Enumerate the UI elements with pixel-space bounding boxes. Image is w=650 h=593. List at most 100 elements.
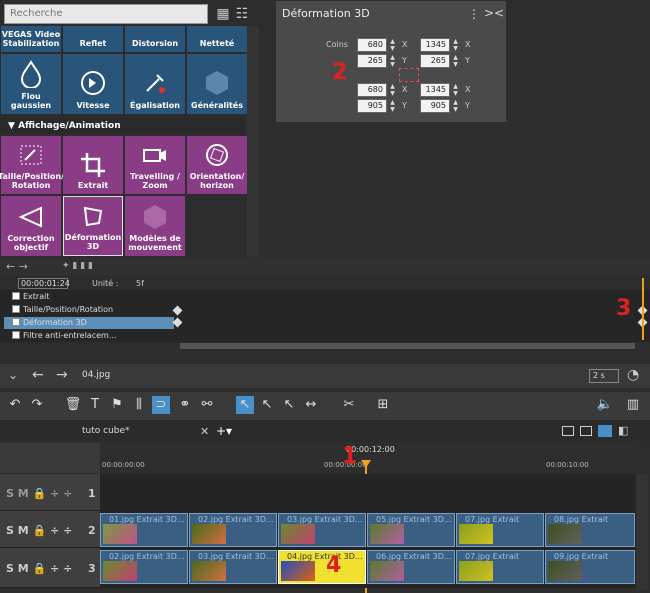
text-icon[interactable]: T (86, 396, 104, 414)
tile-vitesse[interactable]: Vitesse (63, 54, 123, 114)
x1-spinner[interactable]: ▲ ▼ (389, 38, 396, 52)
magnet-icon[interactable]: ⊃ (152, 396, 170, 414)
delete-icon[interactable]: 🗑 (64, 396, 82, 414)
keyframe-scrollbar[interactable] (180, 343, 635, 349)
tile-distorsion[interactable]: Distorsion (125, 26, 185, 52)
y1-field[interactable]: 265 (357, 54, 387, 68)
duration-field[interactable]: 2 s (589, 369, 619, 383)
pointer-track-icon[interactable]: ↖ (280, 396, 298, 414)
undo-arrow-icon[interactable]: ← → (6, 260, 28, 273)
marker-flag-icon[interactable]: ⚑ (108, 396, 126, 414)
x2-spinner[interactable]: ▲ ▼ (452, 38, 459, 52)
tile-orientation-horizon[interactable]: Orientation/ horizon (187, 136, 247, 194)
undo-icon[interactable]: ↶ (6, 396, 24, 414)
clip[interactable]: 08.jpg Extrait (545, 513, 635, 547)
track-header-2[interactable]: S M 🔒 ÷ ÷ 2 (0, 511, 100, 548)
tile-extrait[interactable]: Extrait (63, 136, 123, 194)
clip-selected[interactable]: 04.jpg Extrait 3D... (278, 550, 366, 584)
tile-correction-objectif[interactable]: Correction objectif (1, 196, 61, 256)
category-affichage-animation[interactable]: ▼ Affichage/Animation (0, 118, 245, 134)
back-arrow-icon[interactable]: ← (32, 367, 44, 383)
more-vertical-icon[interactable]: ⋮ (468, 7, 480, 21)
track-header-1[interactable]: S M 🔒 ÷ ÷ 1 (0, 474, 100, 511)
list-view-icon[interactable]: ☷ (234, 6, 250, 22)
x2-field[interactable]: 1345 (420, 38, 450, 52)
clip[interactable]: 02.jpg Extrait 3D... (100, 550, 188, 584)
y3-spinner[interactable]: ▲ ▼ (389, 99, 396, 113)
clip[interactable]: 09.jpg Extrait (545, 550, 635, 584)
tile-deformation-3d[interactable]: Déformation 3D (63, 196, 123, 256)
keyframe-playhead[interactable] (642, 278, 644, 340)
view-dual-icon[interactable] (580, 426, 592, 436)
clip[interactable]: 01.jpg Extrait 3D... (100, 513, 188, 547)
stretch-icon[interactable]: ↔ (302, 396, 320, 414)
unlink-icon[interactable]: ⚯ (198, 396, 216, 414)
edit-toolbar: ↶ ↷ 🗑 T ⚑ ⫼ ⊃ ⚭ ⚯ ↖ ↖ ↖ ↔ ✂ ⊞ 🔈 ▥ (0, 392, 650, 420)
pointer-range-icon[interactable]: ↖ (258, 396, 276, 414)
corner-preview (399, 68, 419, 82)
x1-field[interactable]: 680 (357, 38, 387, 52)
track-1-lane[interactable] (100, 474, 636, 511)
collapse-down-icon[interactable]: ⌄ (8, 368, 18, 382)
track-header-3[interactable]: S M 🔒 ÷ ÷ 3 (0, 548, 100, 588)
link-icon[interactable]: ⚭ (176, 396, 194, 414)
tile-taille-position[interactable]: Taille/Position/ Rotation (0, 136, 64, 194)
redo-icon[interactable]: ↷ (28, 396, 46, 414)
split-icon[interactable]: ⫼ (130, 396, 148, 414)
x3-spinner[interactable]: ▲ ▼ (389, 83, 396, 97)
timecode-field[interactable]: 00:00:01:24 (18, 278, 70, 289)
playhead-handle[interactable] (361, 460, 371, 468)
clip[interactable]: 07.jpg Extrait (456, 513, 544, 547)
tile-flou-gaussien[interactable]: Flou gaussien (1, 54, 61, 114)
kf-row-deformation[interactable]: Déformation 3D (4, 317, 174, 329)
forward-arrow-icon[interactable]: → (56, 367, 68, 383)
speaker-icon[interactable]: 🔈 (596, 396, 614, 414)
y1-spinner[interactable]: ▲ ▼ (389, 54, 396, 68)
clip[interactable]: 02.jpg Extrait 3D... (189, 513, 277, 547)
dropdown-circle-icon[interactable]: ◔ (627, 367, 639, 383)
clip[interactable]: 03.jpg Extrait 3D... (278, 513, 366, 547)
drop-icon (20, 60, 42, 88)
timeline-ruler[interactable]: 00:00:12:00 00:00:00:00 00:00:00:00 00:0… (100, 443, 636, 473)
nav-bar: ⌄ ← → 04.jpg 2 s ◔ (0, 364, 650, 388)
y3-field[interactable]: 905 (357, 99, 387, 113)
tile-egalisation[interactable]: Égalisation (125, 54, 185, 114)
clip[interactable]: 03.jpg Extrait 3D... (189, 550, 277, 584)
add-tab-icon[interactable]: +▾ (216, 424, 232, 438)
tile-reflet[interactable]: Reflet (63, 26, 123, 52)
x4-field[interactable]: 1345 (420, 83, 450, 97)
kf-row-extrait[interactable]: Extrait (4, 291, 174, 303)
camera-icon[interactable]: ◧ (618, 424, 628, 437)
x4-spinner[interactable]: ▲ ▼ (452, 83, 459, 97)
mixer-icon[interactable]: ▥ (624, 396, 642, 414)
tile-vegas-stabilization[interactable]: VEGAS Video Stabilization (1, 26, 61, 52)
marker-4: 4 (326, 553, 342, 578)
pointer-icon[interactable]: ↖ (236, 396, 254, 414)
kf-row-taille[interactable]: Taille/Position/Rotation (4, 304, 174, 316)
tile-nettete[interactable]: Netteté (187, 26, 247, 52)
tile-generalites[interactable]: Généralités (187, 54, 247, 114)
project-tab[interactable]: tuto cube* (82, 426, 130, 436)
insert-icon[interactable]: ⊞ (374, 396, 392, 414)
tile-travelling-zoom[interactable]: Travelling / Zoom (125, 136, 185, 194)
clip[interactable]: 06.jpg Extrait 3D... (367, 550, 455, 584)
effects-scrollbar[interactable] (247, 26, 259, 257)
y4-spinner[interactable]: ▲ ▼ (452, 99, 459, 113)
y2-field[interactable]: 265 (420, 54, 450, 68)
y2-spinner[interactable]: ▲ ▼ (452, 54, 459, 68)
clip[interactable]: 07.jpg Extrait (456, 550, 544, 584)
timeline-scrollbar[interactable] (636, 474, 648, 590)
clip[interactable]: 05.jpg Extrait 3D... (367, 513, 455, 547)
grid-view-icon[interactable]: ▦ (215, 6, 231, 22)
view-single-icon[interactable] (562, 426, 574, 436)
close-tab-icon[interactable]: ✕ (200, 425, 209, 438)
view-timeline-icon[interactable] (598, 425, 612, 437)
search-input[interactable]: Recherche (4, 4, 208, 24)
y4-field[interactable]: 905 (420, 99, 450, 113)
x3-field[interactable]: 680 (357, 83, 387, 97)
kf-row-filtre[interactable]: Filtre anti-entrelacem... (4, 330, 174, 342)
tile-modeles-mouvement[interactable]: Modèles de mouvement (125, 196, 185, 256)
scissors-icon[interactable]: ✂ (340, 396, 358, 414)
keyframe-tools-icon[interactable]: ✦ ▮ ▮ ▮ (62, 261, 93, 271)
collapse-icon[interactable]: >< (484, 6, 504, 20)
